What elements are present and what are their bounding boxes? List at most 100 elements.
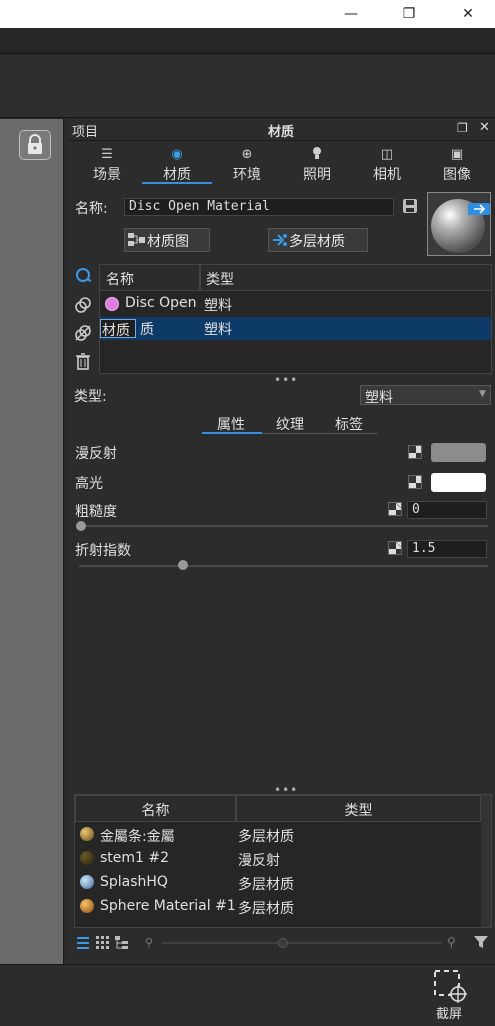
roughness-field[interactable]: 0 [407, 501, 487, 519]
tab-environment[interactable]: ⊕ 环境 [214, 146, 280, 184]
bottom-toolbar [0, 964, 495, 1026]
lock-icon [28, 134, 42, 154]
multilayer-icon [273, 234, 287, 246]
tab-label: 环境 [233, 167, 261, 183]
subtab-label[interactable]: 标签 [335, 414, 363, 434]
library-row-name: 金屬条:金屬 [100, 829, 175, 845]
list-item[interactable]: Sphere Material #1 多层材质 [75, 895, 481, 919]
delete-icon[interactable] [74, 352, 92, 374]
link-material-icon[interactable] [74, 296, 92, 318]
library-row-type: 多层材质 [238, 829, 294, 845]
panel-title: 材质 [268, 125, 295, 140]
lock-button[interactable] [19, 130, 51, 160]
row-name: 质 [140, 322, 154, 338]
material-graph-label: 材质图 [147, 234, 189, 250]
maximize-button[interactable]: ❐ [386, 0, 432, 28]
specular-label: 高光 [75, 476, 103, 492]
library-scrollbar[interactable] [481, 795, 491, 927]
tab-label: 场景 [93, 167, 121, 183]
table-row[interactable]: Disc Open 塑料 [100, 292, 491, 316]
material-swatch-icon [80, 827, 94, 841]
list-item[interactable]: 金屬条:金屬 多层材质 [75, 823, 481, 847]
camera-icon: ◫ [380, 147, 394, 162]
zoom-out-icon[interactable]: ⚲ [145, 936, 153, 949]
ior-slider-track[interactable] [79, 565, 488, 567]
row-name-edit-field[interactable]: 材质 [100, 319, 136, 339]
list-icon: ☰ [101, 147, 113, 162]
roughness-slider-track[interactable] [79, 525, 488, 527]
menu-strip [0, 28, 495, 54]
refresh-icon[interactable] [74, 266, 92, 288]
texture-slot-icon[interactable] [388, 502, 402, 516]
type-dropdown-value: 塑料 [365, 390, 393, 406]
material-name-field[interactable]: Disc Open Material [124, 198, 394, 216]
tab-material[interactable]: ◉ 材质 [144, 146, 210, 184]
zoom-in-icon[interactable]: ⚲ [447, 935, 456, 949]
tab-camera[interactable]: ◫ 相机 [354, 146, 420, 184]
unlink-material-icon[interactable] [74, 324, 92, 346]
type-label: 类型: [74, 389, 107, 405]
roughness-slider-knob[interactable] [76, 521, 86, 531]
column-header-name[interactable]: 名称 [99, 264, 200, 291]
column-header-type[interactable]: 类型 [200, 264, 492, 291]
node-graph-icon [128, 233, 145, 246]
material-swatch-icon [80, 875, 94, 889]
close-window-button[interactable]: ✕ [445, 0, 491, 28]
tab-label: 照明 [303, 167, 331, 183]
list-view-icon[interactable] [76, 935, 90, 954]
window-titlebar: — ❐ ✕ [0, 0, 495, 28]
bulb-icon [284, 146, 350, 164]
ior-label: 折射指数 [75, 543, 131, 559]
tab-image[interactable]: ▣ 图像 [424, 146, 490, 184]
thumbnail-size-knob[interactable] [278, 938, 288, 948]
grid-view-icon[interactable] [96, 935, 110, 954]
material-swatch-icon [80, 899, 94, 913]
minimize-button[interactable]: — [328, 0, 374, 28]
library-row-name: stem1 #2 [100, 850, 170, 866]
type-dropdown[interactable]: 塑料 ▼ [360, 385, 491, 406]
multilayer-label: 多层材质 [289, 234, 345, 250]
subtab-texture[interactable]: 纹理 [276, 414, 304, 434]
save-icon[interactable] [402, 198, 418, 218]
filter-icon[interactable] [473, 934, 489, 954]
library-row-type: 多层材质 [238, 901, 294, 917]
thumbnail-size-slider[interactable] [162, 942, 442, 944]
specular-color-swatch[interactable] [431, 473, 486, 492]
material-sphere-icon [431, 199, 490, 253]
diffuse-color-swatch[interactable] [431, 443, 486, 462]
tree-view-icon[interactable] [115, 935, 129, 954]
splitter-handle[interactable]: ••• [274, 373, 298, 387]
tab-lighting[interactable]: 照明 [284, 146, 350, 184]
subtab-properties[interactable]: 属性 [217, 414, 245, 434]
texture-slot-icon[interactable] [408, 475, 422, 489]
library-header-type[interactable]: 类型 [236, 795, 481, 822]
chevron-down-icon: ▼ [479, 389, 486, 399]
list-item[interactable]: SplashHQ 多层材质 [75, 871, 481, 895]
tab-label: 图像 [443, 167, 471, 183]
library-row-name: SplashHQ [100, 874, 168, 890]
screenshot-button[interactable]: 截屏 [430, 969, 470, 1022]
tab-label: 材质 [163, 167, 191, 183]
material-ball-icon: ◉ [171, 147, 183, 162]
active-tab-underline [142, 182, 212, 184]
tab-scene[interactable]: ☰ 场景 [74, 146, 140, 184]
globe-icon: ⊕ [241, 147, 253, 162]
library-row-type: 漫反射 [238, 853, 280, 869]
material-graph-button[interactable]: 材质图 [124, 228, 210, 252]
list-item[interactable]: stem1 #2 漫反射 [75, 847, 481, 871]
close-panel-icon[interactable]: ✕ [479, 120, 490, 135]
image-icon: ▣ [450, 147, 464, 162]
tab-label: 相机 [373, 167, 401, 183]
viewport-pane [0, 119, 64, 964]
ior-field[interactable]: 1.5 [407, 540, 487, 558]
roughness-label: 粗糙度 [75, 504, 117, 520]
multilayer-material-button[interactable]: 多层材质 [268, 228, 368, 252]
library-header-name[interactable]: 名称 [75, 795, 236, 822]
float-panel-icon[interactable]: ❐ [457, 121, 468, 135]
material-preview[interactable] [427, 192, 491, 256]
library-row-type: 多层材质 [238, 877, 294, 893]
texture-slot-icon[interactable] [388, 541, 402, 555]
toolbar-strip [0, 55, 495, 118]
texture-slot-icon[interactable] [408, 445, 422, 459]
table-row-selected[interactable]: 材质 质 塑料 [100, 317, 491, 340]
